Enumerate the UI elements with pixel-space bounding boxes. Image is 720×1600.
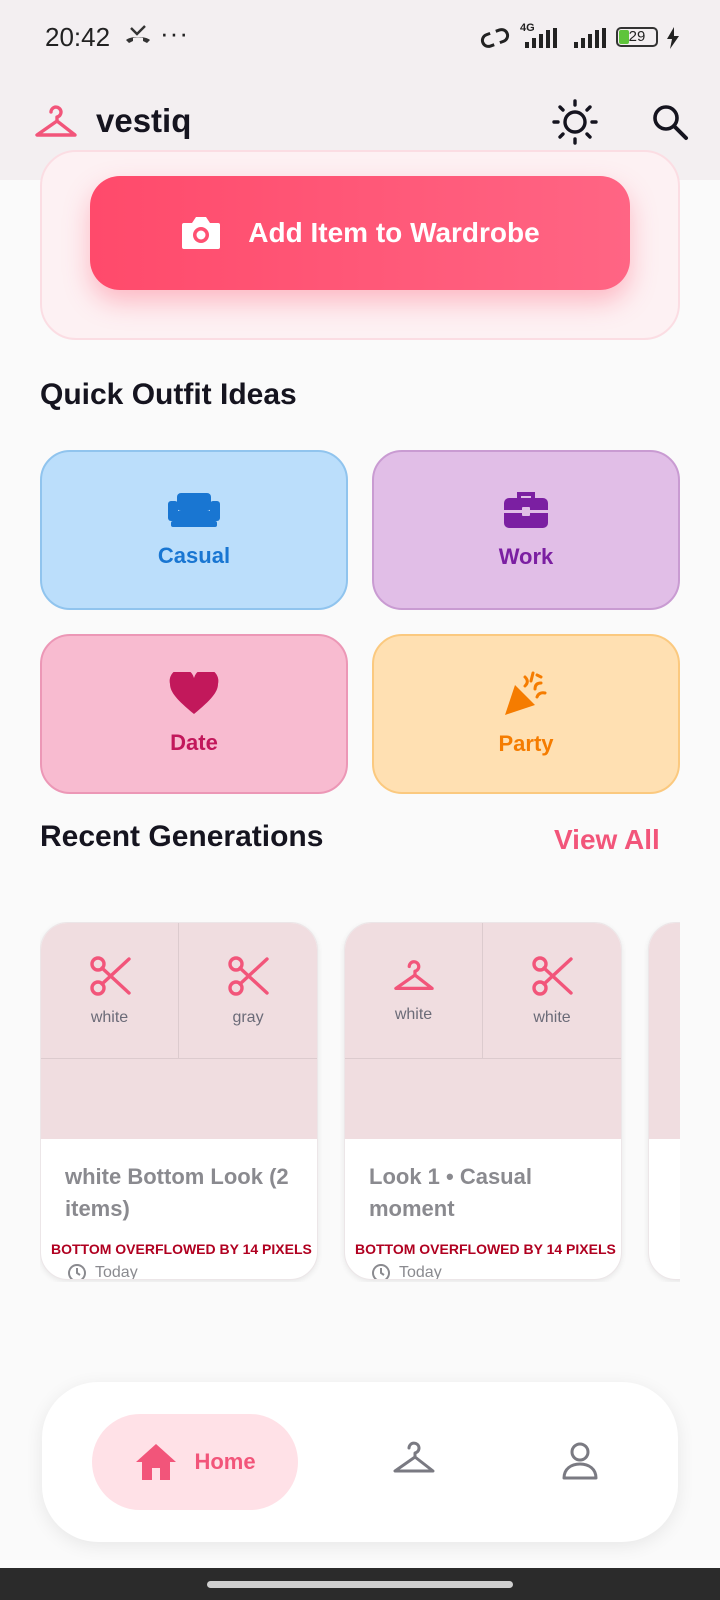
home-indicator[interactable] [207,1581,513,1588]
recent-generations-title: Recent Generations [40,820,324,853]
quick-idea-label: Date [170,730,218,755]
link-icon [480,28,510,48]
generation-date: Today [371,1263,442,1280]
recent-generations-list[interactable]: white gray white Bottom Look (2 items) B… [40,922,680,1282]
quick-outfit-ideas-title: Quick Outfit Ideas [40,378,297,411]
signal-icon-2 [574,28,606,48]
quick-idea-date[interactable]: Date [40,634,348,794]
hanger-logo-icon [35,105,77,137]
search-icon[interactable] [650,102,690,142]
generation-thumbnail [649,923,680,1139]
sofa-icon [168,493,220,527]
scissors-icon [228,955,269,996]
add-item-button-label: Add Item to Wardrobe [248,217,540,248]
generation-card-peek[interactable] [648,922,680,1280]
quick-idea-label: Casual [157,543,231,568]
overflow-warning: BOTTOM OVERFLOWED BY 14 PIXELS [51,1241,312,1257]
generation-title: Look 1 • Casual moment [369,1164,532,1221]
item-cell: white [41,923,179,1059]
quick-idea-party[interactable]: Party [372,634,680,794]
quick-idea-label: Work [498,544,554,569]
more-notifications-icon: ··· [160,18,189,48]
clock-icon [372,1264,390,1279]
camera-icon [182,217,221,249]
battery-icon: 29 [616,27,658,47]
item-color: white [90,1008,129,1026]
item-cell: white [345,923,483,1059]
hanger-icon[interactable] [392,1440,436,1476]
nav-home-label: Home [194,1449,256,1474]
party-popper-icon [505,671,547,715]
generation-title: white Bottom Look (2 items) [65,1164,289,1221]
quick-idea-work[interactable]: Work [372,450,680,610]
quick-idea-casual[interactable]: Casual [40,450,348,610]
briefcase-icon [504,492,548,528]
scissors-icon [532,955,573,996]
heart-icon [169,672,219,714]
item-color: gray [232,1008,264,1026]
generation-thumbnail: white white [345,923,621,1139]
item-cell: white [483,923,621,1059]
item-color: white [394,1005,433,1023]
generation-date-text: Today [399,1264,442,1280]
clock-icon [68,1264,86,1279]
generation-thumbnail: white gray [41,923,317,1139]
signal-icon [525,28,557,48]
generation-date: Today [67,1263,138,1280]
battery-level: 29 [628,28,646,45]
app-title: vestiq [96,102,192,139]
nav-home[interactable]: Home [92,1414,298,1510]
generation-date-text: Today [95,1264,138,1280]
scissors-icon [89,955,131,996]
view-all-link[interactable]: View All [554,824,660,856]
item-color: white [533,1008,571,1026]
missed-call-icon [126,25,150,43]
overflow-warning: BOTTOM OVERFLOWED BY 14 PIXELS [355,1241,616,1257]
add-item-button[interactable]: Add Item to Wardrobe [90,176,630,290]
hanger-icon [393,959,434,990]
home-icon [136,1444,177,1480]
sun-icon[interactable] [552,99,598,145]
status-time: 20:42 [45,22,111,52]
quick-idea-label: Party [498,731,554,756]
charging-icon [667,27,679,49]
item-cell: gray [179,923,317,1059]
profile-icon[interactable] [560,1440,600,1480]
generation-card[interactable]: white white Look 1 • Casual moment BOTTO… [344,922,622,1280]
generation-card[interactable]: white gray white Bottom Look (2 items) B… [40,922,318,1280]
